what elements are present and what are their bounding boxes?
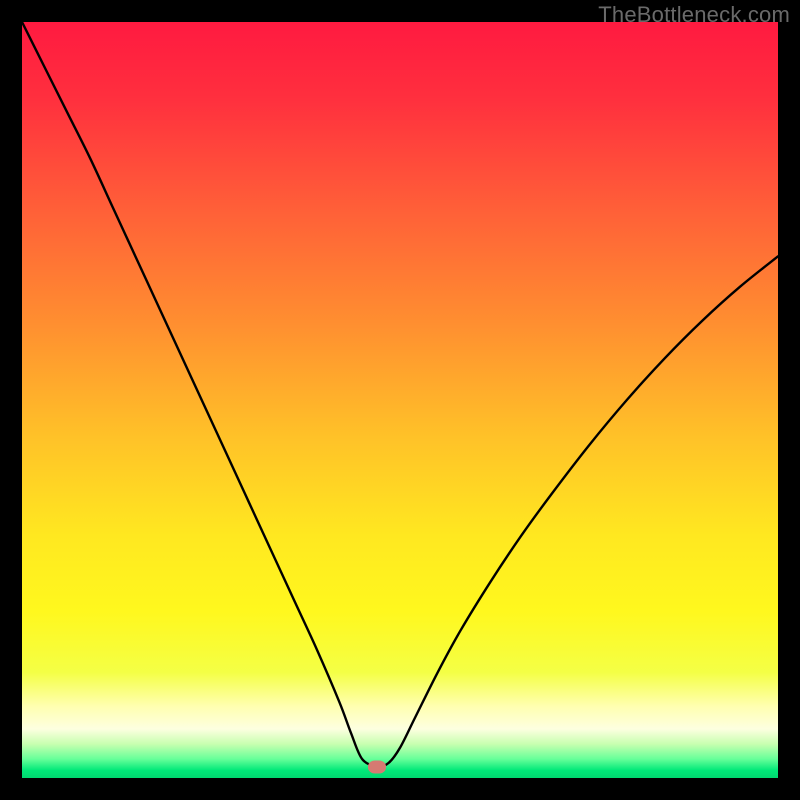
optimal-point-marker [368, 760, 386, 773]
bottleneck-curve [22, 22, 778, 778]
chart-frame: TheBottleneck.com [0, 0, 800, 800]
plot-area [22, 22, 778, 778]
watermark-text: TheBottleneck.com [598, 2, 790, 28]
